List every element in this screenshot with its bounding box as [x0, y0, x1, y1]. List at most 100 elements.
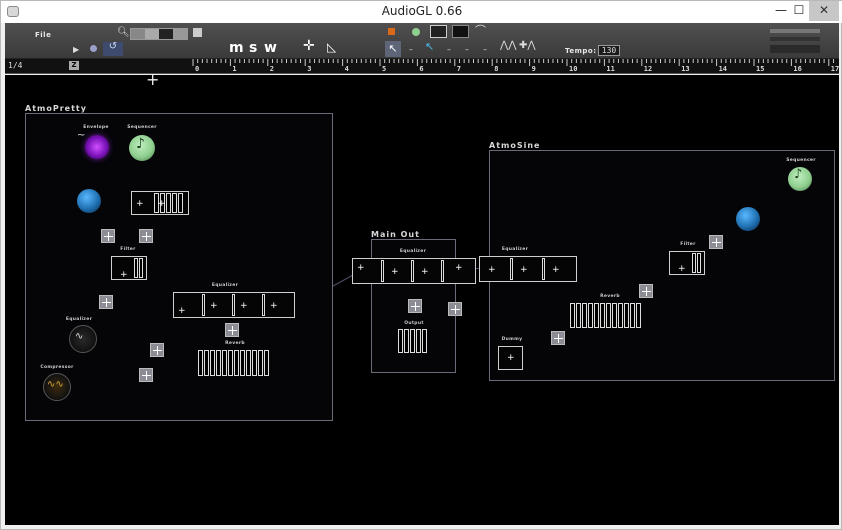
- search-icon[interactable]: 🔍︎: [117, 28, 130, 38]
- level-meter-mid: [770, 37, 820, 41]
- select-tool-icon[interactable]: ↖: [425, 41, 434, 52]
- toolbar: File 🔍︎ ⌒ ▶ ↺ m s w ✛ ◺ ↖ – ↖ – – – ⋀⋀ ✚…: [5, 23, 839, 59]
- label-sine-sequencer: Sequencer: [786, 158, 816, 163]
- mixer-node-6[interactable]: [139, 368, 153, 382]
- record-square-icon[interactable]: [388, 28, 395, 35]
- dash-icon-2[interactable]: –: [447, 45, 451, 55]
- reverb-node[interactable]: [198, 350, 269, 376]
- tempo-label: Tempo:: [565, 47, 597, 55]
- envelope-node[interactable]: [85, 135, 109, 159]
- sequencer-grid-node[interactable]: + +: [131, 191, 189, 215]
- ruler-tick-label: 7: [456, 65, 462, 73]
- label-mainout-equalizer: Equalizer: [399, 249, 427, 254]
- close-button[interactable]: ✕: [809, 1, 839, 21]
- label-reverb: Reverb: [225, 341, 245, 346]
- filter-node[interactable]: +: [111, 256, 147, 280]
- mainout-mixer-2[interactable]: [448, 302, 462, 316]
- sine-mixer-1[interactable]: [709, 235, 723, 249]
- mode-m-button[interactable]: m: [229, 40, 244, 56]
- dash-icon[interactable]: –: [409, 45, 413, 55]
- play-icon[interactable]: ▶: [73, 45, 79, 55]
- record-icon[interactable]: [90, 45, 97, 52]
- ruler-tick-label: 16: [793, 65, 802, 73]
- equalizer-node-1[interactable]: + + + +: [173, 292, 295, 318]
- move-icon[interactable]: ✛: [303, 39, 315, 53]
- sine-equalizer-node[interactable]: + + +: [479, 256, 577, 282]
- dash-icon-4[interactable]: –: [483, 45, 487, 55]
- sine-mixer-2[interactable]: [639, 284, 653, 298]
- view-mode-selector[interactable]: [130, 28, 188, 40]
- ruler-tick-label: 8: [494, 65, 499, 73]
- mainout-equalizer-node[interactable]: + + + +: [352, 258, 476, 284]
- note-icon: ♪: [136, 136, 145, 152]
- mixer-node-2[interactable]: [139, 229, 153, 243]
- ruler-tick-label: 4: [344, 65, 349, 73]
- mixer-node-5[interactable]: [150, 343, 164, 357]
- minimize-button[interactable]: —: [773, 1, 789, 21]
- group-title-mainout: Main Out: [371, 230, 420, 239]
- mode-w-button[interactable]: w: [264, 40, 277, 56]
- output-node[interactable]: [398, 329, 427, 353]
- label-equalizer-2: Equalizer: [65, 317, 93, 322]
- label-output: Output: [404, 321, 424, 326]
- label-filter: Filter: [120, 247, 136, 252]
- group-title-atmopretty: AtmoPretty: [25, 104, 87, 113]
- level-meter-bottom: [770, 45, 820, 53]
- mainout-mixer-1[interactable]: [408, 299, 422, 313]
- terminal-icon[interactable]: [430, 25, 447, 38]
- oscillator-node[interactable]: [77, 189, 101, 213]
- sine-filter-node[interactable]: +: [669, 251, 705, 275]
- envelope-edit-icon[interactable]: ⋀⋀: [500, 41, 516, 51]
- mixer-node-4[interactable]: [225, 323, 239, 337]
- ruler-tick-label: 6: [419, 65, 424, 73]
- ruler-tick-label: 12: [643, 65, 653, 73]
- window-title: AudioGL 0.66: [381, 4, 463, 18]
- tempo-input[interactable]: 130: [598, 45, 620, 56]
- ruler-tick-label: 14: [718, 65, 728, 73]
- ruler-tick-label: 11: [606, 65, 615, 73]
- pointer-tool-icon[interactable]: ↖: [385, 41, 401, 57]
- loop-icon[interactable]: ↺: [103, 42, 123, 56]
- cube-icon[interactable]: [193, 28, 202, 37]
- timeline-ruler[interactable]: 1/4 Z 0 1 2 3 4 5 6 7 8 9 10 11 12 13 14 15 16 17: [5, 59, 839, 74]
- sine-mixer-3[interactable]: [551, 331, 565, 345]
- ruler-tick-label: 1: [232, 65, 237, 73]
- title-bar: AudioGL 0.66 — ☐ ✕: [1, 1, 842, 23]
- label-sine-reverb: Reverb: [600, 294, 620, 299]
- label-envelope: Envelope: [83, 125, 109, 130]
- envelope-add-icon[interactable]: ✚⋀: [519, 41, 536, 51]
- node-canvas[interactable]: AtmoPretty Envelope Sequencer ~ ♪ + + Fi…: [5, 70, 839, 525]
- ruler-tool-icon[interactable]: ◺: [327, 41, 336, 53]
- label-compressor: Compressor: [40, 365, 74, 370]
- label-sine-filter: Filter: [680, 242, 696, 247]
- ruler-tick-label: 13: [681, 65, 690, 73]
- ruler-tick-label: 0: [195, 65, 200, 73]
- mode-s-button[interactable]: s: [249, 40, 257, 56]
- ruler-tick-label: 5: [382, 65, 387, 73]
- compressor-wave-icon: ∿∿: [47, 379, 64, 390]
- mixer-node-3[interactable]: [99, 295, 113, 309]
- label-sine-equalizer: Equalizer: [501, 247, 529, 252]
- maximize-button[interactable]: ☐: [791, 1, 807, 21]
- ruler-tick-label: 2: [269, 65, 275, 73]
- sine-oscillator-node[interactable]: [736, 207, 760, 231]
- sine-reverb-node[interactable]: [570, 303, 641, 328]
- mixer-node-1[interactable]: [101, 229, 115, 243]
- label-dummy: Dummy: [501, 337, 523, 342]
- ruler-tick-label: 17: [830, 65, 840, 73]
- eq-wave-icon: ∿: [75, 331, 84, 342]
- file-menu[interactable]: File: [35, 31, 51, 39]
- green-dot-icon[interactable]: [412, 28, 420, 36]
- dummy-node[interactable]: +: [498, 346, 523, 370]
- crosshair-cursor-icon: +: [146, 70, 160, 89]
- panel-icon[interactable]: [452, 25, 469, 38]
- app-window: AudioGL 0.66 — ☐ ✕ File 🔍︎ ⌒ ▶ ↺ m s w ✛…: [0, 0, 842, 530]
- label-sequencer: Sequencer: [127, 125, 157, 130]
- dash-icon-3[interactable]: –: [465, 45, 469, 55]
- group-title-atmosine: AtmoSine: [489, 141, 541, 150]
- group-atmopretty[interactable]: [25, 113, 333, 421]
- envelope-shape-icon[interactable]: ⌒: [475, 25, 486, 36]
- ruler-tick-label: 3: [307, 65, 312, 73]
- level-meter-top: [770, 29, 820, 33]
- note-icon-2: ♪: [794, 167, 803, 182]
